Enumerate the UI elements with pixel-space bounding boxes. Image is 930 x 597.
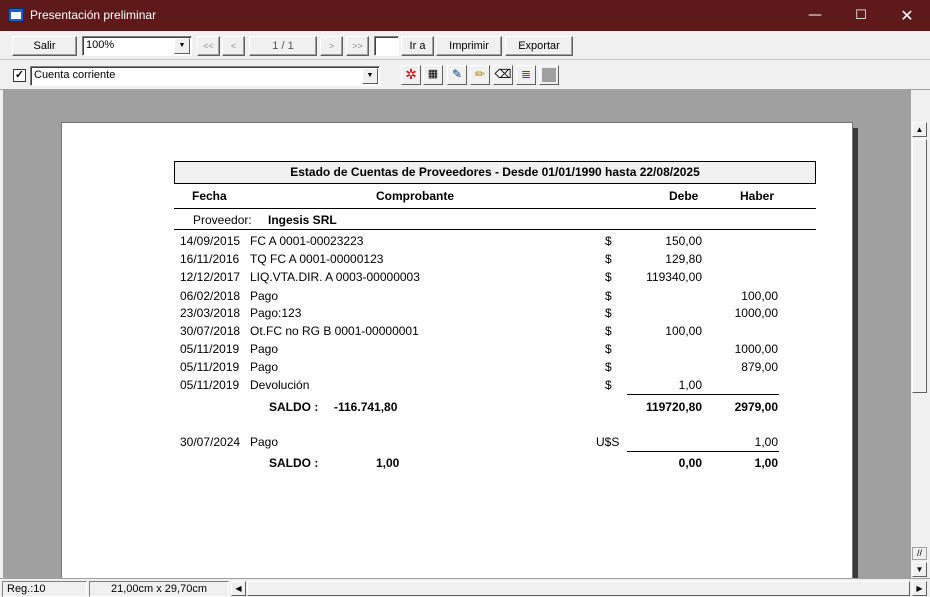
window-title: Presentación preliminar: [30, 8, 157, 22]
row-debe: 100,00: [665, 324, 702, 338]
row-comprobante: Devolución: [250, 378, 310, 392]
vertical-scrollbar[interactable]: ▲ // ▼: [911, 122, 928, 578]
header-haber: Haber: [740, 189, 775, 203]
saldo2-debe: 0,00: [678, 456, 702, 470]
saldo-label: SALDO :: [269, 400, 319, 414]
first-page-button[interactable]: <<: [197, 36, 220, 56]
header-divider: [174, 208, 816, 209]
last-page-button[interactable]: >>: [346, 36, 369, 56]
header-comprobante: Comprobante: [376, 189, 454, 203]
prev-page-button[interactable]: <: [222, 36, 245, 56]
goto-page-button[interactable]: Ir a: [401, 36, 434, 56]
scroll-down-icon[interactable]: ▼: [912, 562, 927, 577]
page-indicator: 1 / 1: [249, 36, 317, 56]
row-haber: 879,00: [741, 360, 778, 374]
proveedor-name: Ingesis SRL: [268, 213, 337, 227]
row-comprobante: LIQ.VTA.DIR. A 0003-00000003: [250, 270, 420, 284]
row-haber: 100,00: [741, 289, 778, 303]
usd-totals-divider: [627, 451, 779, 452]
next-page-button[interactable]: >: [320, 36, 343, 56]
usd-row-moneda: U$S: [596, 435, 620, 449]
minimize-button[interactable]: —: [792, 0, 838, 31]
zoom-value: 100%: [86, 39, 115, 51]
row-comprobante: Pago: [250, 360, 279, 374]
report-checkbox[interactable]: ✓: [13, 69, 26, 82]
usd-row-fecha: 30/07/2024: [180, 435, 241, 449]
row-fecha: 12/12/2017: [180, 270, 241, 284]
scroll-left-icon[interactable]: ◀: [231, 581, 246, 596]
highlighter-icon[interactable]: ✏: [470, 65, 490, 85]
lines-icon[interactable]: ≣: [516, 65, 536, 85]
row-haber: 1000,00: [734, 306, 778, 320]
totals-divider: [627, 394, 779, 395]
title-bar: Presentación preliminar — ☐ ✕: [0, 0, 930, 31]
row-debe: 1,00: [678, 378, 702, 392]
saldo-debe: 119720,80: [645, 400, 702, 414]
report-select-value: Cuenta corriente: [34, 69, 116, 81]
page-size: 21,00cm x 29,70cm: [89, 581, 229, 597]
color-icon[interactable]: [539, 65, 559, 85]
saldo2-haber: 1,00: [754, 456, 778, 470]
export-button[interactable]: Exportar: [505, 36, 573, 56]
row-fecha: 30/07/2018: [180, 324, 241, 338]
chevron-down-icon[interactable]: ▼: [174, 38, 190, 54]
row-moneda: $: [605, 289, 612, 303]
scroll-right-icon[interactable]: ▶: [912, 581, 927, 596]
saldo-haber: 2979,00: [734, 400, 778, 414]
chevron-down-icon[interactable]: ▼: [362, 68, 378, 84]
scroll-thumb[interactable]: [912, 139, 927, 393]
row-comprobante: Pago: [250, 342, 279, 356]
edit-icon[interactable]: ✎: [447, 65, 467, 85]
row-moneda: $: [605, 306, 612, 320]
saldo-value: -116.741,80: [334, 400, 398, 414]
horizontal-scroll-thumb[interactable]: [247, 581, 910, 596]
header-fecha: Fecha: [192, 189, 227, 203]
record-count: Reg.:10: [2, 581, 87, 597]
row-fecha: 06/02/2018: [180, 289, 241, 303]
row-moneda: $: [605, 360, 612, 374]
usd-row-comprobante: Pago: [250, 435, 279, 449]
eraser-icon[interactable]: ⌫: [493, 65, 513, 85]
header-debe: Debe: [669, 189, 699, 203]
row-comprobante: FC A 0001-00023223: [250, 234, 364, 248]
row-fecha: 05/11/2019: [180, 342, 240, 356]
usd-row-haber: 1,00: [754, 435, 778, 449]
row-comprobante: TQ FC A 0001-00000123: [250, 252, 384, 266]
row-debe: 119340,00: [646, 270, 702, 284]
row-fecha: 14/09/2015: [180, 234, 241, 248]
row-comprobante: Ot.FC no RG B 0001-00000001: [250, 324, 419, 338]
settings-icon[interactable]: ✲: [401, 65, 421, 85]
proveedor-label: Proveedor:: [193, 213, 252, 227]
row-comprobante: Pago:123: [250, 306, 302, 320]
app-window-icon: [8, 8, 24, 22]
scroll-up-icon[interactable]: ▲: [912, 122, 927, 137]
report-title: Estado de Cuentas de Proveedores - Desde…: [174, 161, 816, 184]
row-fecha: 23/03/2018: [180, 306, 241, 320]
report-select[interactable]: Cuenta corriente ▼: [30, 66, 380, 86]
print-button[interactable]: Imprimir: [436, 36, 502, 56]
page-setup-icon[interactable]: ▦: [423, 65, 443, 85]
maximize-button[interactable]: ☐: [838, 0, 884, 31]
row-debe: 150,00: [665, 234, 702, 248]
close-button[interactable]: ✕: [884, 0, 930, 31]
goto-page-input[interactable]: [374, 36, 399, 56]
saldo2-value: 1,00: [376, 456, 400, 470]
page-split-icon[interactable]: //: [912, 547, 927, 560]
row-fecha: 05/11/2019: [180, 360, 240, 374]
row-fecha: 16/11/2016: [180, 252, 240, 266]
proveedor-divider: [174, 229, 816, 230]
row-moneda: $: [605, 342, 612, 356]
saldo2-label: SALDO :: [269, 456, 319, 470]
row-haber: 1000,00: [734, 342, 778, 356]
row-comprobante: Pago: [250, 289, 279, 303]
salir-button[interactable]: Salir: [12, 36, 77, 56]
navigation-toolbar: Salir 100% ▼ << < 1 / 1 > >> Ir a Imprim…: [0, 31, 930, 60]
zoom-select[interactable]: 100% ▼: [82, 36, 192, 56]
status-bar: Reg.:10 21,00cm x 29,70cm ◀ ▶: [0, 578, 930, 597]
row-fecha: 05/11/2019: [180, 378, 240, 392]
row-debe: 129,80: [665, 252, 702, 266]
